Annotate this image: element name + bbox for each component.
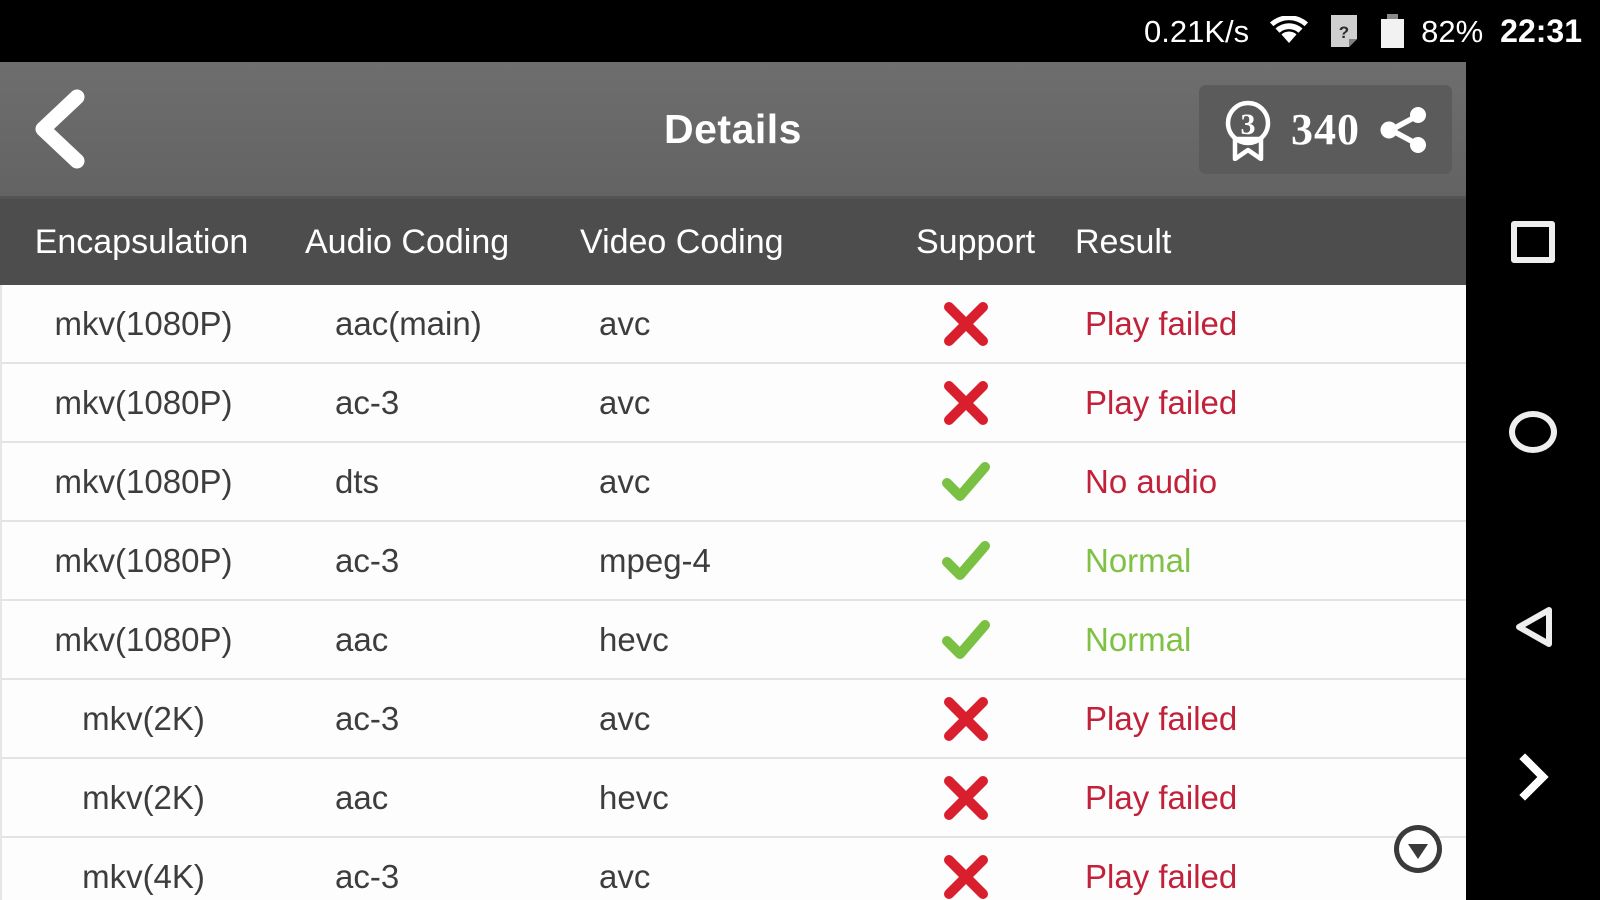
cell-video-coding: avc: [599, 857, 651, 895]
table-row[interactable]: mkv(1080P) aac hevc Normal: [2, 601, 1466, 680]
battery-percent-label: 82%: [1421, 13, 1484, 49]
cell-video-coding: avc: [599, 462, 651, 500]
cell-encapsulation: mkv(2K): [82, 778, 205, 816]
cell-video-coding: avc: [599, 383, 651, 421]
column-header-video-coding[interactable]: Video Coding: [580, 223, 862, 262]
check-icon: [941, 540, 990, 580]
column-header-audio-coding[interactable]: Audio Coding: [283, 223, 580, 262]
cell-encapsulation: mkv(1080P): [54, 304, 233, 342]
status-bar: 0.21K/s ? 82% 22:31: [0, 0, 1600, 62]
phone-screen: 0.21K/s ? 82% 22:31 Details 3 340 Encaps…: [0, 0, 1600, 900]
table-row[interactable]: mkv(1080P) dts avc No audio: [2, 443, 1466, 522]
cell-video-coding: hevc: [599, 620, 669, 658]
battery-icon: [1381, 14, 1405, 48]
table-row[interactable]: mkv(1080P) ac-3 mpeg-4 Normal: [2, 522, 1466, 601]
cell-result: No audio: [1085, 462, 1218, 500]
cell-encapsulation: mkv(4K): [82, 857, 205, 895]
chevron-right-icon: [1519, 753, 1549, 801]
table-row[interactable]: mkv(2K) ac-3 avc Play failed: [2, 680, 1466, 759]
medal-ribbon-icon[interactable]: 3: [1221, 99, 1275, 161]
scroll-down-icon[interactable]: [1392, 823, 1444, 875]
cell-audio-coding: ac-3: [335, 383, 400, 421]
cell-audio-coding: aac: [335, 620, 389, 658]
cross-icon: [943, 380, 988, 425]
cell-result: Play failed: [1085, 778, 1238, 816]
cross-icon: [943, 854, 988, 899]
cell-encapsulation: mkv(1080P): [54, 620, 233, 658]
table-row[interactable]: mkv(1080P) aac(main) avc Play failed: [2, 285, 1466, 364]
cell-audio-coding: ac-3: [335, 541, 400, 579]
nav-more-button[interactable]: [1466, 722, 1600, 832]
square-recents-icon: [1511, 221, 1555, 263]
cell-video-coding: hevc: [599, 778, 669, 816]
cell-audio-coding: aac(main): [335, 304, 482, 342]
cell-encapsulation: mkv(1080P): [54, 541, 233, 579]
chevron-left-icon: [35, 89, 85, 169]
table-row[interactable]: mkv(1080P) ac-3 avc Play failed: [2, 364, 1466, 443]
cell-audio-coding: ac-3: [335, 699, 400, 737]
cell-video-coding: mpeg-4: [599, 541, 711, 579]
cell-result: Play failed: [1085, 304, 1238, 342]
cell-support: [864, 852, 1067, 900]
cell-audio-coding: ac-3: [335, 857, 400, 895]
cell-audio-coding: aac: [335, 778, 389, 816]
share-icon[interactable]: [1378, 104, 1430, 156]
unknown-sim-icon: ?: [1331, 15, 1358, 47]
table-body[interactable]: mkv(1080P) aac(main) avc Play failed mkv…: [0, 285, 1466, 900]
triangle-back-icon: [1516, 607, 1552, 647]
cell-result: Play failed: [1085, 383, 1238, 421]
check-icon: [941, 461, 990, 501]
check-icon: [941, 619, 990, 659]
score-label: 340: [1291, 104, 1360, 154]
table-row[interactable]: mkv(4K) ac-3 avc Play failed: [2, 838, 1466, 900]
nav-recents-button[interactable]: [1466, 187, 1600, 297]
svg-text:?: ?: [1339, 23, 1349, 42]
cell-video-coding: avc: [599, 699, 651, 737]
wifi-icon: [1269, 16, 1309, 46]
column-header-result[interactable]: Result: [1065, 223, 1464, 262]
cell-encapsulation: mkv(1080P): [54, 383, 233, 421]
cell-result: Play failed: [1085, 699, 1238, 737]
cell-support: [864, 615, 1067, 665]
cell-video-coding: avc: [599, 304, 651, 342]
cell-encapsulation: mkv(1080P): [54, 462, 233, 500]
title-actions-group: 3 340: [1199, 85, 1452, 174]
badge-count-in-icon: 3: [1241, 108, 1256, 141]
nav-back-button[interactable]: [1466, 572, 1600, 682]
nav-home-button[interactable]: [1466, 377, 1600, 487]
cell-result: Normal: [1085, 620, 1192, 658]
back-button[interactable]: [0, 62, 120, 196]
cross-icon: [943, 696, 988, 741]
table-row[interactable]: mkv(2K) aac hevc Play failed: [2, 759, 1466, 838]
cross-icon: [943, 775, 988, 820]
cell-encapsulation: mkv(2K): [82, 699, 205, 737]
column-header-encapsulation[interactable]: Encapsulation: [0, 223, 283, 262]
cell-support: [864, 694, 1067, 744]
cell-support: [864, 536, 1067, 586]
cell-audio-coding: dts: [335, 462, 380, 500]
android-navigation-bar: [1466, 62, 1600, 900]
title-bar: Details 3 340: [0, 62, 1466, 196]
cell-support: [864, 299, 1067, 349]
cross-icon: [943, 301, 988, 346]
cell-support: [864, 457, 1067, 507]
clock-label: 22:31: [1500, 13, 1582, 49]
network-speed-label: 0.21K/s: [1143, 13, 1250, 49]
cell-support: [864, 773, 1067, 823]
cell-support: [864, 378, 1067, 428]
circle-home-icon: [1509, 411, 1557, 453]
table-header-row: Encapsulation Audio Coding Video Coding …: [0, 196, 1466, 285]
cell-result: Normal: [1085, 541, 1192, 579]
column-header-support[interactable]: Support: [862, 223, 1065, 262]
